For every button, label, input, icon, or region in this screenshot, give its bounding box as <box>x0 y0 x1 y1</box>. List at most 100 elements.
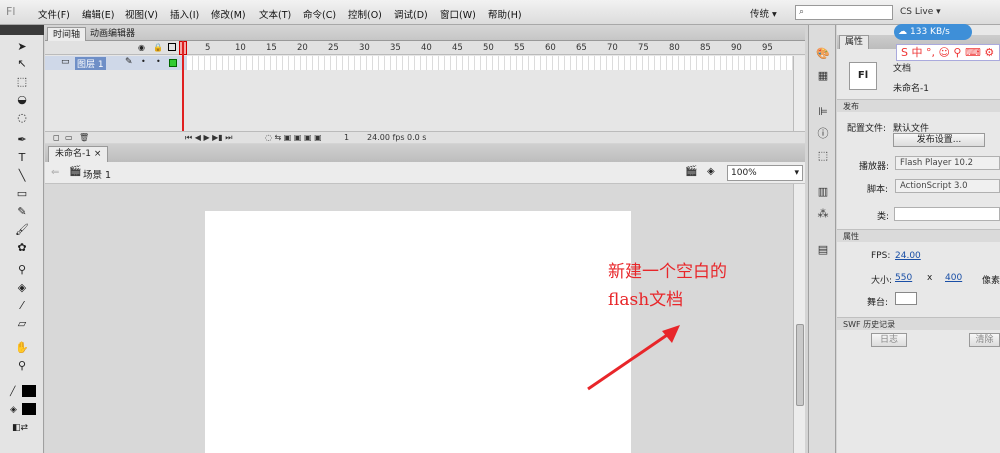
paint-bucket-tool-icon[interactable]: ◈ <box>14 281 30 295</box>
new-layer-icon[interactable]: ◻ <box>53 133 60 142</box>
outline-icon[interactable] <box>168 43 176 51</box>
swap-colors-icon[interactable]: ◧⇄ <box>12 423 28 433</box>
doc-name: 未命名-1 <box>893 84 929 94</box>
timeline-scrollbar[interactable] <box>793 56 805 131</box>
publish-section-header[interactable]: 发布 <box>837 99 1000 112</box>
ime-toolbar[interactable]: S 中 °, ☺ ⚲ ⌨ ⚙ <box>896 44 1000 61</box>
tools-panel-header <box>0 25 44 35</box>
playback-controls-icon[interactable]: ⏮ ◀ ▶ ▶▮ ⏭ <box>185 133 232 143</box>
brush-tool-icon[interactable]: 🖌 <box>14 223 30 237</box>
deco-tool-icon[interactable]: ✿ <box>14 241 30 255</box>
zoom-tool-icon[interactable]: ⚲ <box>14 359 30 373</box>
tab-timeline[interactable]: 时间轴 <box>47 27 87 41</box>
frame-number: 30 <box>359 43 370 53</box>
annotation-line-2: flash文档 <box>608 290 684 310</box>
hand-tool-icon[interactable]: ✋ <box>14 341 30 355</box>
new-folder-icon[interactable]: ▭ <box>65 133 73 142</box>
height-value[interactable]: 400 <box>945 273 962 283</box>
scene-label[interactable]: 场景 1 <box>83 167 111 181</box>
transform-panel-icon[interactable]: ⬚ <box>816 149 830 163</box>
line-tool-icon[interactable]: ╲ <box>14 169 30 183</box>
scrollbar-thumb[interactable] <box>796 324 804 406</box>
menu-window[interactable]: 窗口(W) <box>440 7 476 21</box>
chevron-down-icon: ▾ <box>794 168 799 178</box>
edit-scene-icon[interactable]: 🎬 <box>685 166 697 177</box>
tab-motion-editor[interactable]: 动画编辑器 <box>85 27 140 41</box>
library-panel-icon[interactable]: ▥ <box>816 185 830 199</box>
text-tool-icon[interactable]: T <box>14 151 30 165</box>
cloud-icon: ☁ <box>898 27 907 37</box>
width-value[interactable]: 550 <box>895 273 912 283</box>
frame-number: 10 <box>235 43 246 53</box>
player-select[interactable]: Flash Player 10.2 <box>895 156 1000 170</box>
frames-strip[interactable] <box>187 56 793 70</box>
help-search-input[interactable]: ⌕ <box>795 5 893 20</box>
swatches-panel-icon[interactable]: ▦ <box>816 69 830 83</box>
tab-properties[interactable]: 属性 <box>839 35 870 49</box>
scene-icon: 🎬 <box>69 166 82 177</box>
annotation-text: 新建一个空白的 flash文档 <box>608 258 727 314</box>
align-panel-icon[interactable]: ⊫ <box>816 105 830 119</box>
info-panel-icon[interactable]: ⓘ <box>816 127 830 141</box>
fps-label: FPS: <box>871 251 891 261</box>
pencil-tool-icon[interactable]: ✎ <box>14 205 30 219</box>
motion-presets-icon[interactable]: ⁂ <box>816 207 830 221</box>
frame-number: 70 <box>607 43 618 53</box>
menu-insert[interactable]: 插入(I) <box>170 7 199 21</box>
menu-debug[interactable]: 调试(D) <box>394 7 428 21</box>
lock-icon[interactable]: 🔒 <box>153 43 163 52</box>
class-input[interactable] <box>894 207 1000 221</box>
stage-color-swatch[interactable] <box>895 292 917 305</box>
frame-number: 20 <box>297 43 308 53</box>
lasso-tool-icon[interactable]: ◌ <box>14 111 30 125</box>
log-button[interactable]: 日志 <box>871 333 907 347</box>
eyedropper-tool-icon[interactable]: ⁄ <box>14 299 30 313</box>
selection-tool-icon[interactable]: ➤ <box>14 40 30 54</box>
components-panel-icon[interactable]: ▤ <box>816 243 830 257</box>
properties-section-header[interactable]: 属性 <box>837 229 1000 242</box>
workspace-dropdown[interactable]: 传统 ▾ <box>750 6 777 20</box>
subselection-tool-icon[interactable]: ↖ <box>14 57 30 71</box>
rectangle-tool-icon[interactable]: ▭ <box>14 187 30 201</box>
outline-color-icon[interactable] <box>169 59 177 67</box>
script-select[interactable]: ActionScript 3.0 <box>895 179 1000 193</box>
back-arrow-icon[interactable]: ⇐ <box>51 167 59 178</box>
onion-skin-icon[interactable]: ◌ ⇆ ▣ ▣ ▣ ▣ <box>265 133 322 142</box>
menu-view[interactable]: 视图(V) <box>125 7 158 21</box>
delete-layer-icon[interactable]: 🗑 <box>79 133 89 142</box>
fill-color-swatch[interactable] <box>22 403 36 415</box>
edit-symbol-icon[interactable]: ◈ <box>707 166 715 177</box>
cs-live-button[interactable]: CS Live ▾ <box>900 7 941 17</box>
lock-dot-icon[interactable]: • <box>156 57 161 66</box>
playhead[interactable] <box>182 41 184 135</box>
document-tab[interactable]: 未命名-1 × <box>48 146 109 162</box>
menu-commands[interactable]: 命令(C) <box>303 7 336 21</box>
pen-tool-icon[interactable]: ✒ <box>14 133 30 147</box>
menu-text[interactable]: 文本(T) <box>259 7 291 21</box>
menu-control[interactable]: 控制(O) <box>348 7 382 21</box>
tools-panel: ➤ ↖ ⬚ ◒ ◌ ✒ T ╲ ▭ ✎ 🖌 ✿ ⚲ ◈ ⁄ ▱ ✋ ⚲ ╱ ◈ … <box>0 35 44 453</box>
layer-name[interactable]: 图层 1 <box>75 57 106 70</box>
menu-help[interactable]: 帮助(H) <box>488 7 522 21</box>
menu-file[interactable]: 文件(F) <box>38 7 70 21</box>
ime-status: S 中 °, ☺ ⚲ ⌨ ⚙ <box>901 46 995 59</box>
stage-vertical-scrollbar[interactable] <box>793 184 805 453</box>
visibility-dot-icon[interactable]: • <box>141 57 146 66</box>
frame-number: 65 <box>576 43 587 53</box>
menu-bar: Fl 文件(F) 编辑(E) 视图(V) 插入(I) 修改(M) 文本(T) 命… <box>0 0 1000 25</box>
zoom-select[interactable]: 100% ▾ <box>727 165 803 181</box>
stage[interactable] <box>205 211 631 453</box>
3d-rotation-tool-icon[interactable]: ◒ <box>14 93 30 107</box>
stroke-color-swatch[interactable] <box>22 385 36 397</box>
fps-value[interactable]: 24.00 <box>895 251 921 261</box>
free-transform-tool-icon[interactable]: ⬚ <box>14 75 30 89</box>
eraser-tool-icon[interactable]: ▱ <box>14 317 30 331</box>
clear-button[interactable]: 清除 <box>969 333 1000 347</box>
color-panel-icon[interactable]: 🎨 <box>816 47 830 61</box>
publish-settings-button[interactable]: 发布设置... <box>893 133 985 147</box>
menu-modify[interactable]: 修改(M) <box>211 7 246 21</box>
menu-edit[interactable]: 编辑(E) <box>82 7 114 21</box>
eye-icon[interactable]: ◉ <box>138 43 145 52</box>
swf-history-section-header[interactable]: SWF 历史记录 <box>837 317 1000 330</box>
bone-tool-icon[interactable]: ⚲ <box>14 263 30 277</box>
